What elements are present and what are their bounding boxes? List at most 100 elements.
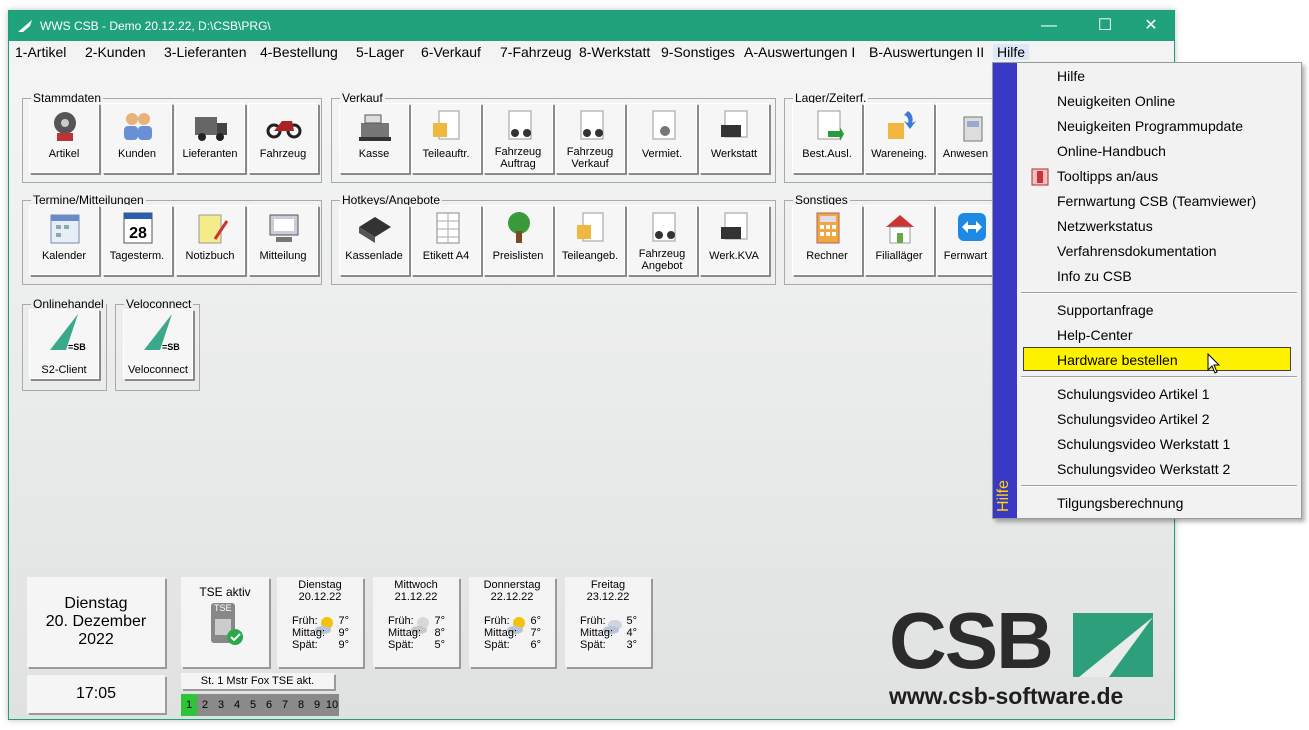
year-label: 2022	[78, 631, 114, 648]
tile-label: Veloconnect	[128, 364, 188, 376]
key-9[interactable]: 9	[309, 694, 325, 716]
tile-etikett-a4[interactable]: Etikett A4	[411, 205, 481, 275]
menu-separator	[1021, 376, 1297, 378]
tile-s2-client[interactable]: =SB S2-Client	[29, 309, 99, 379]
tile-kunden[interactable]: Kunden	[102, 103, 172, 173]
tile-artikel[interactable]: Artikel	[29, 103, 99, 173]
tse-panel[interactable]: TSE aktiv TSE	[181, 577, 269, 667]
maximize-button[interactable]: ☐	[1082, 11, 1128, 41]
menu-item-video-artikel-2[interactable]: Schulungsvideo Artikel 2	[1057, 411, 1210, 427]
tile-kasse[interactable]: Kasse	[339, 103, 409, 173]
temp-frueh: 7°	[338, 615, 349, 627]
menu-artikel[interactable]: 1-Artikel	[15, 44, 66, 60]
vehicle-offer-icon	[652, 212, 676, 242]
tile-teileauftr[interactable]: Teileauftr.	[411, 103, 481, 173]
menu-separator	[1021, 485, 1297, 487]
weather-day: Freitag 23.12.22 Früh: Mittag: Spät: 5° 4° 3…	[565, 577, 651, 667]
menu-item-video-werkstatt-1[interactable]: Schulungsvideo Werkstatt 1	[1057, 436, 1230, 452]
svg-text:=SB: =SB	[162, 342, 180, 352]
close-button[interactable]: ✕	[1128, 11, 1174, 41]
tile-veloconnect[interactable]: =SB Veloconnect	[123, 309, 193, 379]
menu-bestellung[interactable]: 4-Bestellung	[260, 44, 338, 60]
menu-auswertungen-1[interactable]: A-Auswertungen I	[744, 44, 855, 60]
key-3[interactable]: 3	[213, 694, 229, 716]
menu-item-online-handbuch[interactable]: Online-Handbuch	[1057, 143, 1166, 159]
minimize-button[interactable]: —	[1026, 11, 1072, 41]
tile-lieferanten[interactable]: Lieferanten	[175, 103, 245, 173]
tile-preislisten[interactable]: Preislisten	[483, 205, 553, 275]
menu-fahrzeug[interactable]: 7-Fahrzeug	[500, 44, 572, 60]
label-frueh: Früh:	[388, 615, 414, 627]
menu-sonstiges[interactable]: 9-Sonstiges	[661, 44, 735, 60]
key-4[interactable]: 4	[229, 694, 245, 716]
tile-label: Kalender	[41, 250, 87, 262]
tile-label: Notizbuch	[185, 250, 235, 262]
menu-item-tooltipps[interactable]: Tooltipps an/aus	[1057, 168, 1158, 184]
menu-item-neuigkeiten-programmupdate[interactable]: Neuigkeiten Programmupdate	[1057, 118, 1243, 134]
menu-item-info[interactable]: Info zu CSB	[1057, 268, 1132, 284]
menu-werkstatt[interactable]: 8-Werkstatt	[579, 44, 650, 60]
tile-vermiet[interactable]: Vermiet.	[627, 103, 697, 173]
clock-panel: 17:05	[27, 675, 165, 713]
tile-teileangeb[interactable]: Teileangeb.	[555, 205, 625, 275]
key-10[interactable]: 10	[325, 694, 339, 716]
menu-lager[interactable]: 5-Lager	[356, 44, 404, 60]
s2-logo-icon: =SB	[50, 314, 86, 352]
tile-kassenlade[interactable]: Kassenlade	[339, 205, 409, 275]
tile-fahrzeug[interactable]: Fahrzeug	[248, 103, 318, 173]
key-2[interactable]: 2	[197, 694, 213, 716]
tile-kalender[interactable]: Kalender	[29, 205, 99, 275]
menu-hilfe[interactable]: Hilfe	[993, 44, 1030, 60]
key-7[interactable]: 7	[277, 694, 293, 716]
weather-date: 23.12.22	[586, 591, 630, 603]
menu-item-verfahrensdokumentation[interactable]: Verfahrensdokumentation	[1057, 243, 1217, 259]
tile-fahrzeug-angebot[interactable]: Fahrzeug Angebot	[627, 205, 697, 275]
tile-rechner[interactable]: Rechner	[792, 205, 862, 275]
tile-werkstatt[interactable]: Werkstatt	[699, 103, 769, 173]
tile-mitteilung[interactable]: Mitteilung	[248, 205, 318, 275]
key-1[interactable]: 1	[181, 694, 197, 716]
tile-tagesterm[interactable]: 28 Tagesterm.	[102, 205, 172, 275]
calendar-icon	[50, 214, 80, 244]
menu-bar: 1-Artikel 2-Kunden 3-Lieferanten 4-Beste…	[9, 41, 1174, 63]
menu-item-help-center[interactable]: Help-Center	[1057, 327, 1132, 343]
tse-icon-text: TSE	[214, 603, 232, 613]
menu-item-neuigkeiten-online[interactable]: Neuigkeiten Online	[1057, 93, 1175, 109]
tile-fahrzeug-verkauf[interactable]: Fahrzeug Verkauf	[555, 103, 625, 173]
menu-item-video-werkstatt-2[interactable]: Schulungsvideo Werkstatt 2	[1057, 461, 1230, 477]
menu-item-video-artikel-1[interactable]: Schulungsvideo Artikel 1	[1057, 386, 1210, 402]
menu-separator	[1021, 292, 1297, 294]
menu-auswertungen-2[interactable]: B-Auswertungen II	[869, 44, 984, 60]
menu-item-tilgungsberechnung[interactable]: Tilgungsberechnung	[1057, 495, 1183, 511]
tile-wareneing[interactable]: Wareneing.	[864, 103, 934, 173]
tile-anwesenheit[interactable]: Anwesen	[936, 103, 995, 173]
tile-filiallaeger[interactable]: Filialläger	[864, 205, 934, 275]
tile-label: Teileangeb.	[561, 250, 619, 262]
menu-lieferanten[interactable]: 3-Lieferanten	[164, 44, 247, 60]
menu-side-strip: Hilfe	[993, 63, 1017, 518]
menu-item-supportanfrage[interactable]: Supportanfrage	[1057, 302, 1154, 318]
tile-notizbuch[interactable]: Notizbuch	[175, 205, 245, 275]
menu-kunden[interactable]: 2-Kunden	[85, 44, 146, 60]
key-8[interactable]: 8	[293, 694, 309, 716]
key-6[interactable]: 6	[261, 694, 277, 716]
tile-fernwartung[interactable]: Fernwart	[936, 205, 995, 275]
tile-werk-kva[interactable]: Werk.KVA	[699, 205, 769, 275]
motorcycle-icon	[266, 121, 302, 139]
label-spaet: Spät:	[580, 639, 606, 651]
artikel-icon	[54, 112, 76, 141]
tile-label: Werkstatt	[710, 148, 758, 160]
tile-fahrzeug-auftrag[interactable]: Fahrzeug Auftrag	[483, 103, 553, 173]
tile-best-ausl[interactable]: Best.Ausl.	[792, 103, 862, 173]
key-5[interactable]: 5	[245, 694, 261, 716]
menu-item-hardware-bestellen[interactable]: Hardware bestellen	[1057, 352, 1178, 368]
weather-weekday: Dienstag	[298, 579, 342, 591]
menu-item-fernwartung[interactable]: Fernwartung CSB (Teamviewer)	[1057, 193, 1256, 209]
menu-item-netzwerkstatus[interactable]: Netzwerkstatus	[1057, 218, 1153, 234]
weather-day: Dienstag 20.12.22 Früh: Mittag: Spät: 7° 9°…	[277, 577, 363, 667]
temp-spaet: 5°	[434, 639, 445, 651]
tile-label: Mitteilung	[259, 250, 307, 262]
menu-item-hilfe[interactable]: Hilfe	[1057, 68, 1085, 84]
time-label: 17:05	[75, 685, 117, 702]
menu-verkauf[interactable]: 6-Verkauf	[421, 44, 481, 60]
